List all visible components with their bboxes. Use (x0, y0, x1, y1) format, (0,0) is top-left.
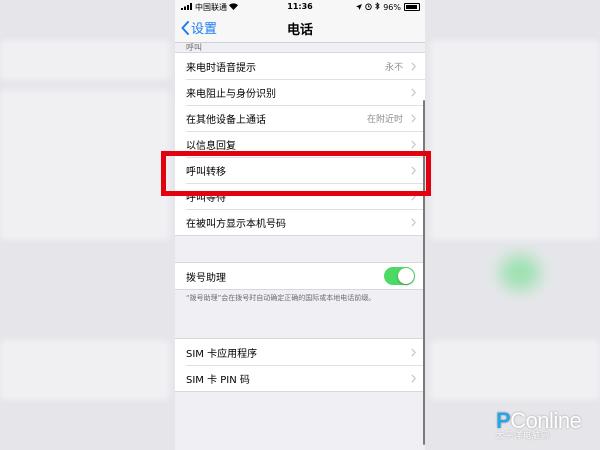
row-label: 以信息回复 (186, 140, 236, 152)
bluetooth-icon (375, 2, 380, 12)
row-label: 拨号助理 (186, 272, 226, 284)
chevron-right-icon (411, 374, 416, 383)
calls-group: 来电时语音提示 永不 来电阻止与身份识别 在其他设备上通话 在附近时 以信息回复… (175, 52, 425, 236)
row-label: 来电阻止与身份识别 (186, 88, 276, 100)
background-blur (0, 40, 170, 80)
watermark-logo: PConline 太平洋电脑网 (496, 408, 596, 441)
phone-screen: 中国联通 11:36 96% 设置 电话 呼叫 来电时语音提示 永不 来电阻止与… (175, 0, 425, 450)
battery-fill (406, 5, 418, 9)
battery-icon (404, 3, 420, 11)
background-blur (430, 40, 600, 240)
row-detail: 在附近时 (366, 114, 403, 125)
page-title: 电话 (286, 23, 313, 38)
dial-assist-toggle[interactable] (384, 267, 415, 285)
battery-percent: 96% (383, 2, 401, 12)
sim-group: SIM 卡应用程序 SIM 卡 PIN 码 (175, 338, 425, 392)
chevron-right-icon (411, 218, 416, 227)
row-sim-pin[interactable]: SIM 卡 PIN 码 (175, 365, 425, 391)
chevron-right-icon (411, 348, 416, 357)
dial-assist-footnote: “拨号助理”会在拨号时自动确定正确的国际或本地电话前缀。 (186, 294, 376, 302)
row-label: 在其他设备上通话 (186, 114, 266, 126)
chevron-right-icon (411, 140, 416, 149)
chevron-right-icon (411, 114, 416, 123)
row-call-blocking[interactable]: 来电阻止与身份识别 (175, 79, 425, 105)
row-label: 在被叫方显示本机号码 (186, 218, 286, 230)
row-announce-calls[interactable]: 来电时语音提示 永不 (175, 53, 425, 79)
background-blur (0, 90, 170, 240)
dial-assist-group: 拨号助理 (175, 262, 425, 290)
background-blur (430, 340, 600, 400)
alarm-icon (365, 3, 372, 12)
status-right: 96% (356, 2, 420, 12)
status-bar: 中国联通 11:36 96% (175, 0, 425, 14)
row-detail: 永不 (384, 62, 403, 73)
background-blur (500, 255, 540, 290)
row-label: SIM 卡应用程序 (186, 348, 258, 360)
row-calls-other-devices[interactable]: 在其他设备上通话 在附近时 (175, 105, 425, 131)
highlight-box (161, 151, 431, 196)
row-sim-applications[interactable]: SIM 卡应用程序 (175, 339, 425, 365)
row-label: 来电时语音提示 (186, 62, 256, 74)
background-blur (0, 340, 170, 400)
toggle-knob (398, 268, 414, 284)
row-dial-assist: 拨号助理 (175, 263, 425, 289)
chevron-right-icon (411, 62, 416, 71)
location-icon (356, 3, 363, 12)
row-label: SIM 卡 PIN 码 (186, 374, 250, 386)
navigation-bar: 设置 电话 (175, 14, 425, 43)
row-show-caller-id[interactable]: 在被叫方显示本机号码 (175, 209, 425, 235)
chevron-right-icon (411, 88, 416, 97)
